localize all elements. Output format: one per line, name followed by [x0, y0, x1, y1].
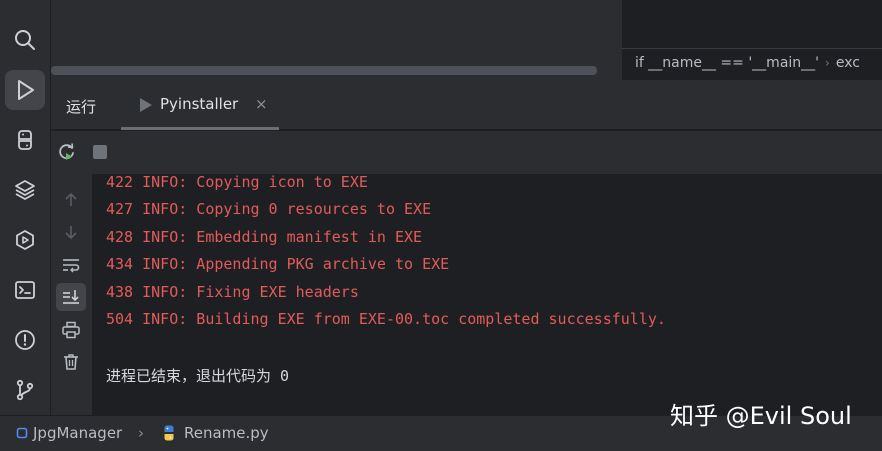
console-gutter — [51, 174, 92, 415]
file-name: Rename.py — [184, 424, 269, 442]
breadcrumb-file[interactable]: Rename.py — [160, 424, 269, 442]
process-exit-message: 进程已结束，退出代码为 0 — [106, 367, 290, 385]
console-line: 428 INFO: Embedding manifest in EXE — [106, 228, 423, 246]
code-breadcrumb[interactable]: if __name__ == '__main__' › exc — [635, 55, 860, 71]
console-output[interactable]: 422 INFO: Copying icon to EXE 427 INFO: … — [92, 174, 882, 415]
activity-bar — [0, 0, 51, 415]
trash-icon[interactable] — [56, 348, 86, 376]
console-line: 438 INFO: Fixing EXE headers — [106, 283, 359, 301]
layers-icon[interactable] — [5, 170, 45, 210]
breadcrumb-item-main-block[interactable]: if __name__ == '__main__' — [635, 55, 819, 71]
run-tool-window-header: 运行 Pyinstaller × — [51, 80, 882, 130]
python-file-icon — [164, 425, 174, 441]
services-icon[interactable] — [5, 220, 45, 260]
console-line: 504 INFO: Building EXE from EXE-00.toc c… — [106, 310, 666, 328]
run-config-icon — [140, 98, 152, 112]
watermark: 知乎 @Evil Soul — [670, 402, 852, 430]
search-icon[interactable] — [5, 20, 45, 60]
console-line: 427 INFO: Copying 0 resources to EXE — [106, 200, 432, 218]
terminal-icon[interactable] — [5, 270, 45, 310]
tab-pyinstaller[interactable]: Pyinstaller × — [121, 80, 279, 130]
breadcrumb-item-tail[interactable]: exc — [836, 55, 860, 71]
tab-active-indicator — [121, 127, 279, 130]
project-name: JpgManager — [33, 424, 123, 442]
chevron-right-icon: › — [138, 424, 144, 442]
run-icon[interactable] — [5, 70, 45, 110]
console-line: 422 INFO: Copying icon to EXE — [106, 174, 368, 191]
tab-label: Pyinstaller — [160, 95, 239, 113]
print-icon[interactable] — [56, 316, 86, 344]
chevron-right-icon: › — [825, 56, 830, 70]
editor-area: if __name__ == '__main__' › exc — [51, 0, 882, 80]
scroll-up-icon[interactable] — [56, 186, 86, 214]
soft-wrap-icon[interactable] — [56, 251, 86, 279]
module-icon — [16, 427, 28, 439]
run-toolbar — [51, 131, 882, 174]
horizontal-scrollbar[interactable] — [51, 66, 597, 75]
git-icon[interactable] — [5, 370, 45, 410]
python-icon[interactable] — [5, 120, 45, 160]
divider — [622, 48, 882, 49]
editor-breadcrumb-pane: if __name__ == '__main__' › exc — [622, 0, 882, 80]
close-icon[interactable]: × — [255, 95, 268, 113]
tool-window-title: 运行 — [66, 98, 97, 116]
console-line: 434 INFO: Appending PKG archive to EXE — [106, 255, 450, 273]
rerun-icon[interactable] — [57, 142, 77, 162]
editor-pane — [51, 0, 622, 80]
stop-icon[interactable] — [90, 142, 110, 162]
breadcrumb-project[interactable]: JpgManager — [16, 424, 122, 442]
scroll-to-end-icon[interactable] — [56, 283, 86, 311]
scroll-down-icon[interactable] — [56, 218, 86, 246]
problems-icon[interactable] — [5, 320, 45, 360]
